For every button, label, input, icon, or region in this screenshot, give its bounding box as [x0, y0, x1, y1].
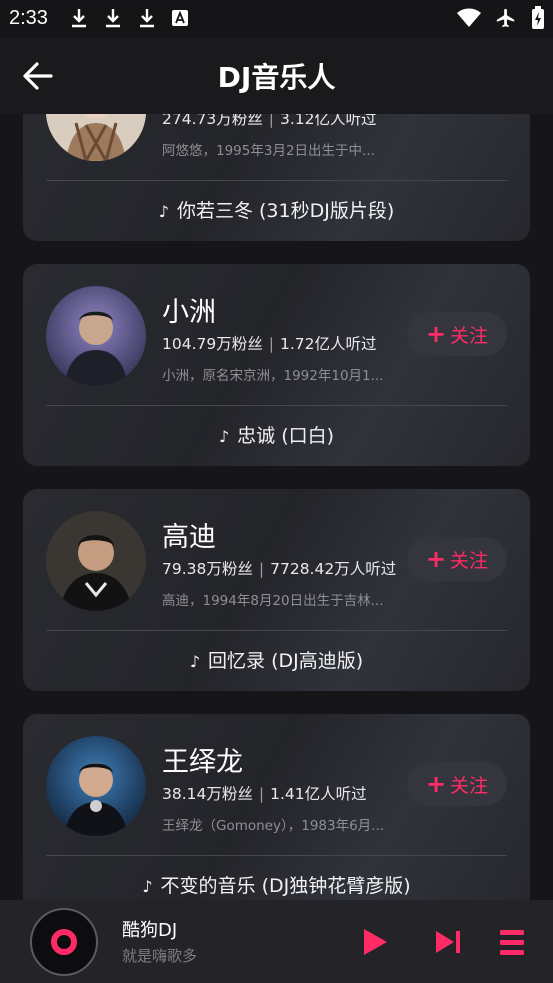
fans-count: 38.14万粉丝	[162, 785, 253, 803]
fans-count: 79.38万粉丝	[162, 560, 253, 578]
artist-stats: 274.73万粉丝 | 3.12亿人听过	[162, 114, 377, 129]
page-title: DJ音乐人	[217, 61, 336, 94]
artist-bio: 高迪，1994年8月20日出生于吉林...	[162, 593, 384, 609]
artist-avatar[interactable]	[46, 736, 146, 836]
artist-card[interactable]: 小洲 104.79万粉丝 | 1.72亿人听过 小洲，原名宋京洲，1992年10月1…	[23, 264, 530, 466]
next-track-icon[interactable]	[432, 926, 464, 958]
featured-song[interactable]: ♪ 你若三冬 (31秒DJ版片段)	[23, 196, 530, 223]
divider	[46, 630, 507, 631]
featured-song[interactable]: ♪ 回忆录 (DJ高迪版)	[23, 646, 530, 673]
featured-song[interactable]: ♪ 不变的音乐 (DJ独钟花臂彦版)	[23, 871, 530, 898]
artist-stats: 79.38万粉丝 | 7728.42万人听过	[162, 557, 396, 579]
fans-count: 274.73万粉丝	[162, 114, 263, 128]
follow-button[interactable]: + 关注	[407, 762, 507, 806]
artist-bio: 阿悠悠，1995年3月2日出生于中...	[162, 143, 375, 159]
playlist-icon[interactable]	[496, 926, 528, 958]
artist-avatar[interactable]	[46, 286, 146, 386]
artist-bio: 王绎龙（Gomoney），1983年6月...	[162, 818, 385, 834]
song-title: 忠诚 (口白)	[237, 425, 335, 447]
music-note-icon: ♪	[158, 202, 169, 221]
follow-label: 关注	[450, 324, 489, 347]
divider	[46, 180, 507, 181]
divider	[46, 855, 507, 856]
follow-label: 关注	[450, 774, 489, 797]
follow-label: 关注	[450, 549, 489, 572]
artist-bio: 小洲，原名宋京洲，1992年10月1...	[162, 368, 384, 384]
disc-center-icon	[51, 929, 77, 955]
track-title: 酷狗DJ	[122, 920, 178, 941]
download-icon	[140, 9, 154, 28]
divider	[46, 405, 507, 406]
follow-button[interactable]: + 关注	[407, 537, 507, 581]
track-subtitle: 就是嗨歌多	[122, 947, 198, 965]
download-icon	[72, 9, 86, 28]
artist-card[interactable]: 274.73万粉丝 | 3.12亿人听过 阿悠悠，1995年3月2日出生于中... …	[23, 114, 530, 241]
status-bar: 2:33	[0, 0, 553, 38]
airplane-icon	[496, 8, 515, 28]
music-note-icon: ♪	[142, 877, 153, 896]
fans-count: 104.79万粉丝	[162, 335, 263, 353]
text-box-icon	[172, 10, 188, 26]
artist-card[interactable]: 王绎龙 38.14万粉丝 | 1.41亿人听过 王绎龙（Gomoney），1983年…	[23, 714, 530, 900]
album-disc[interactable]	[30, 908, 98, 976]
plus-icon: +	[425, 320, 447, 348]
separator: |	[258, 560, 265, 578]
song-title: 不变的音乐 (DJ独钟花臂彦版)	[160, 875, 411, 897]
music-note-icon: ♪	[189, 652, 201, 671]
separator: |	[268, 114, 274, 128]
listens-count: 7728.42万人听过	[270, 560, 397, 578]
listens-count: 1.41亿人听过	[270, 785, 367, 803]
plus-icon: +	[425, 770, 447, 798]
song-title: 回忆录 (DJ高迪版)	[208, 650, 364, 672]
status-time: 2:33	[9, 7, 48, 29]
separator: |	[258, 785, 265, 803]
app-bar: DJ音乐人	[0, 38, 553, 114]
download-icon	[106, 9, 120, 28]
artist-stats: 38.14万粉丝 | 1.41亿人听过	[162, 782, 367, 804]
artist-name: 王绎龙	[162, 747, 243, 778]
artist-list[interactable]: 274.73万粉丝 | 3.12亿人听过 阿悠悠，1995年3月2日出生于中... …	[0, 114, 553, 900]
artist-card[interactable]: 高迪 79.38万粉丝 | 7728.42万人听过 高迪，1994年8月20日出生于…	[23, 489, 530, 691]
mini-player[interactable]: 酷狗DJ 就是嗨歌多	[0, 900, 553, 983]
listens-count: 1.72亿人听过	[279, 335, 377, 353]
music-note-icon: ♪	[218, 427, 230, 446]
plus-icon: +	[425, 545, 447, 573]
listens-count: 3.12亿人听过	[279, 114, 377, 128]
artist-avatar[interactable]	[46, 511, 146, 611]
artist-avatar[interactable]	[46, 114, 146, 161]
separator: |	[268, 335, 274, 353]
follow-button[interactable]: + 关注	[407, 312, 507, 356]
song-title: 你若三冬 (31秒DJ版片段)	[176, 200, 395, 222]
artist-name: 小洲	[162, 297, 216, 328]
artist-stats: 104.79万粉丝 | 1.72亿人听过	[162, 332, 377, 354]
wifi-icon	[457, 8, 481, 27]
play-icon[interactable]	[358, 926, 390, 958]
artist-name: 高迪	[162, 522, 216, 553]
featured-song[interactable]: ♪ 忠诚 (口白)	[23, 421, 530, 448]
battery-charging-icon	[532, 6, 544, 29]
